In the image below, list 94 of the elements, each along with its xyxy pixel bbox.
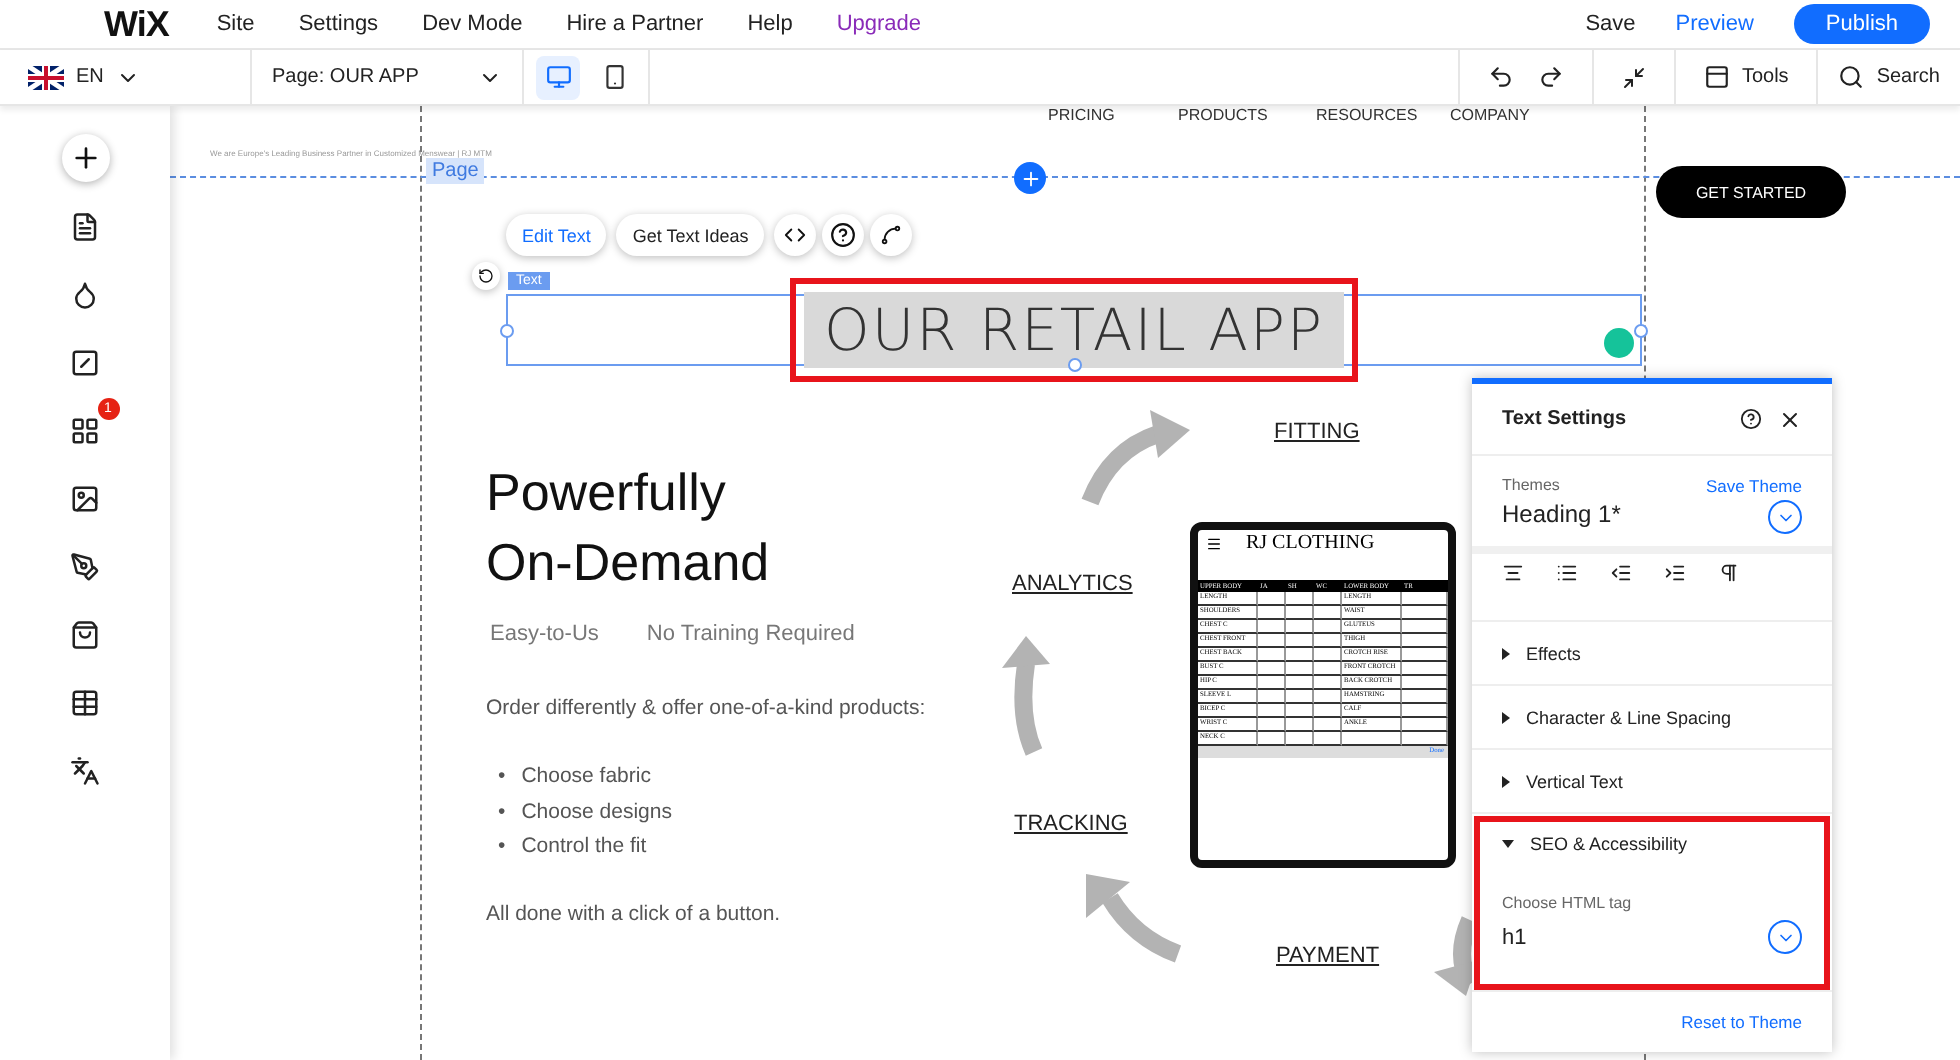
text-ideas-button[interactable]: Get Text Ideas — [616, 214, 765, 256]
desktop-view-button[interactable] — [536, 55, 580, 99]
menu-item[interactable]: Dev Mode — [422, 12, 523, 36]
panel-icon — [1703, 64, 1730, 90]
wix-logo: WiX — [104, 3, 169, 45]
connect-button[interactable] — [870, 214, 913, 256]
save-button[interactable]: Save — [1585, 12, 1636, 36]
app-title: RJ CLOTHING — [1246, 532, 1375, 554]
help-button[interactable] — [822, 214, 865, 256]
resize-handle[interactable] — [1634, 324, 1648, 338]
code-icon — [784, 224, 807, 246]
bullet-item: Choose designs — [521, 797, 672, 827]
reset-theme-link[interactable]: Reset to Theme — [1681, 1012, 1802, 1032]
edit-text-button[interactable]: Edit Text — [506, 214, 607, 256]
field-label: Choose HTML tag — [1502, 894, 1634, 912]
resize-handle[interactable] — [1068, 358, 1082, 372]
hero-title: Powerfully — [486, 460, 728, 526]
save-theme-link[interactable]: Save Theme — [1705, 476, 1802, 496]
undo-icon[interactable] — [1487, 64, 1514, 90]
hero-title: On-Demand — [486, 530, 770, 596]
resize-handle[interactable] — [500, 324, 514, 338]
heading-text: OUR RETAIL APP — [804, 292, 1344, 368]
curve-icon — [880, 224, 903, 246]
curved-arrow — [1002, 636, 1050, 756]
section-toggle[interactable]: SEO & Accessibility — [1502, 830, 1802, 858]
menu-item[interactable]: Settings — [298, 12, 379, 36]
section-toggle[interactable]: Character & Line Spacing — [1502, 686, 1802, 748]
help-icon[interactable] — [1740, 408, 1762, 430]
plus-icon — [1019, 167, 1041, 189]
pages-icon[interactable] — [70, 211, 100, 241]
indent-icon[interactable] — [1664, 562, 1686, 584]
tag-dropdown[interactable] — [1768, 920, 1802, 954]
desktop-icon — [545, 64, 571, 90]
outdent-icon[interactable] — [1610, 562, 1632, 584]
help-icon — [830, 222, 857, 248]
search-icon — [1838, 64, 1865, 90]
cycle-step-link[interactable]: FITTING — [1274, 420, 1360, 444]
rotate-button[interactable] — [472, 262, 500, 290]
apps-icon[interactable] — [70, 415, 100, 445]
add-section-button[interactable] — [1014, 162, 1046, 194]
store-icon[interactable] — [70, 619, 100, 649]
redo-icon[interactable] — [1537, 64, 1564, 90]
section-toggle[interactable]: Effects — [1502, 622, 1802, 684]
menu-icon — [1206, 535, 1222, 551]
theme-name: Heading 1* — [1502, 500, 1623, 532]
plus-icon — [69, 142, 101, 174]
site-nav-link[interactable]: COMPANY — [1450, 106, 1530, 124]
cycle-step-link[interactable]: PAYMENT — [1276, 944, 1380, 968]
menu-item[interactable]: Hire a Partner — [566, 12, 704, 36]
collapse-icon[interactable] — [1621, 65, 1646, 89]
page-dropdown[interactable]: Page: OUR APP — [272, 65, 502, 89]
feature-text: Easy-to-Us — [490, 622, 599, 646]
bullet-marker: • — [498, 797, 506, 827]
animation-button[interactable] — [774, 214, 817, 256]
cycle-step-link[interactable]: ANALYTICS — [1012, 572, 1133, 596]
menu-item[interactable]: Help — [747, 12, 793, 36]
bullet-marker: • — [498, 762, 506, 792]
page-label: Page — [426, 158, 485, 184]
search-button[interactable]: Search — [1838, 64, 1940, 90]
bullet-item: Choose fabric — [521, 762, 651, 792]
text-direction-icon[interactable] — [1718, 562, 1740, 584]
theme-dropdown[interactable] — [1768, 500, 1802, 534]
feature-text: No Training Required — [646, 622, 855, 646]
table-icon[interactable] — [70, 687, 100, 717]
media-icon[interactable] — [70, 483, 100, 513]
language-dropdown[interactable]: EN — [76, 65, 140, 89]
tools-button[interactable]: Tools — [1703, 64, 1789, 90]
curved-arrow — [1081, 410, 1190, 506]
close-icon[interactable] — [1778, 407, 1802, 431]
menu-item[interactable]: Site — [216, 12, 255, 36]
curved-arrow — [1086, 874, 1182, 963]
html-tag-value: h1 — [1502, 925, 1529, 949]
themes-label: Themes — [1502, 476, 1562, 496]
closing-text: All done with a click of a button. — [486, 902, 781, 926]
cycle-step-link[interactable]: TRACKING — [1014, 812, 1128, 836]
bullet-marker: • — [498, 832, 506, 862]
site-nav-link[interactable]: PRICING — [1048, 106, 1115, 124]
bullet-item: Control the fit — [521, 832, 647, 862]
site-nav-link[interactable]: PRODUCTS — [1178, 106, 1268, 124]
panel-title: Text Settings — [1502, 408, 1629, 430]
align-icon[interactable] — [1502, 562, 1524, 584]
list-icon[interactable] — [1556, 562, 1578, 584]
pen-icon[interactable] — [70, 551, 100, 581]
publish-button[interactable]: Publish — [1793, 4, 1930, 44]
section-toggle[interactable]: Vertical Text — [1502, 750, 1802, 812]
mobile-icon — [601, 64, 627, 90]
uk-flag-icon — [28, 65, 64, 89]
menu-item[interactable]: Upgrade — [836, 12, 922, 36]
get-started-button[interactable]: GET STARTED — [1656, 166, 1846, 218]
rotate-icon — [478, 268, 494, 284]
site-nav-link[interactable]: RESOURCES — [1316, 106, 1418, 124]
preview-button[interactable]: Preview — [1675, 12, 1754, 36]
translate-icon[interactable] — [70, 755, 100, 785]
intro-text: Order differently & offer one-of-a-kind products: — [486, 696, 926, 720]
